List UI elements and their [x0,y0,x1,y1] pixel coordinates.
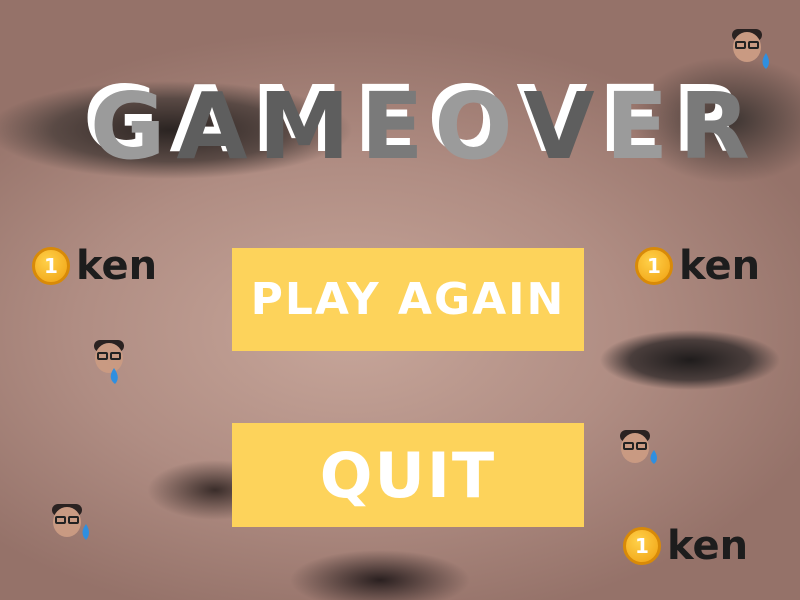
coin-icon: 1 [623,527,661,565]
quit-button[interactable]: QUIT [232,423,584,527]
title-letter: E [605,73,669,180]
title-letter: A [176,73,248,180]
token-label: ken [76,243,158,289]
ken-coin-token: 1 ken [623,526,748,566]
title-letter: M [258,73,350,180]
token-label: ken [679,243,761,289]
title-letter: E [360,73,424,180]
ken-coin-token: 1 ken [32,246,157,286]
ken-coin-token: 1 ken [635,246,760,286]
crying-face-icon [620,430,657,464]
crying-face-icon [52,504,89,540]
coin-icon: 1 [635,247,673,285]
crying-face-icon [732,29,769,69]
game-over-title: G A M E O V E R [90,62,750,192]
play-again-button[interactable]: PLAY AGAIN [232,248,584,351]
title-letter: O [434,73,513,180]
coin-icon: 1 [32,247,70,285]
crying-face-icon [94,340,124,384]
token-label: ken [667,523,749,569]
title-letter: R [679,73,750,180]
title-letter: V [523,73,595,180]
title-letter: G [90,73,166,180]
